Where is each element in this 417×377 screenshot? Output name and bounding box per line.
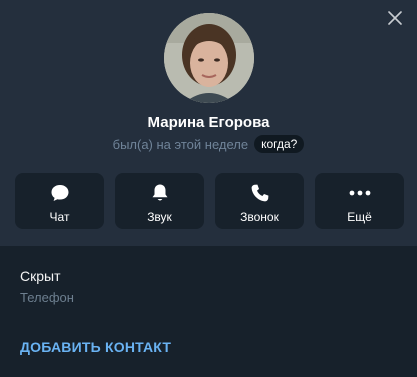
when-button[interactable]: когда? <box>254 135 305 153</box>
mute-label: Звук <box>147 210 172 224</box>
more-dots-icon <box>349 182 371 204</box>
contact-name: Марина Егорова <box>147 114 270 131</box>
profile-dialog: Марина Егорова был(а) на этой неделе ког… <box>0 0 417 377</box>
chat-button[interactable]: Чат <box>15 173 104 229</box>
phone-info: Скрыт Телефон <box>20 268 74 305</box>
mute-button[interactable]: Звук <box>115 173 204 229</box>
phone-value: Скрыт <box>20 268 61 284</box>
profile-header: Марина Егорова был(а) на этой неделе ког… <box>0 0 417 246</box>
more-label: Ещё <box>347 210 372 224</box>
close-button[interactable] <box>383 6 407 30</box>
bell-icon <box>149 182 171 204</box>
call-label: Звонок <box>240 210 279 224</box>
more-button[interactable]: Ещё <box>315 173 404 229</box>
phone-label: Телефон <box>20 290 74 305</box>
avatar-photo <box>164 13 254 103</box>
last-seen-status: был(а) на этой неделе <box>112 136 249 152</box>
call-button[interactable]: Звонок <box>215 173 304 229</box>
avatar[interactable] <box>164 13 254 103</box>
phone-icon <box>249 182 271 204</box>
chat-label: Чат <box>49 210 70 224</box>
status-row: был(а) на этой неделе когда? <box>0 135 417 153</box>
add-contact-button[interactable]: ДОБАВИТЬ КОНТАКТ <box>20 339 171 355</box>
action-bar: Чат Звук Звонок Ещё <box>15 173 404 229</box>
close-icon <box>388 11 402 25</box>
chat-bubble-icon <box>49 182 71 204</box>
